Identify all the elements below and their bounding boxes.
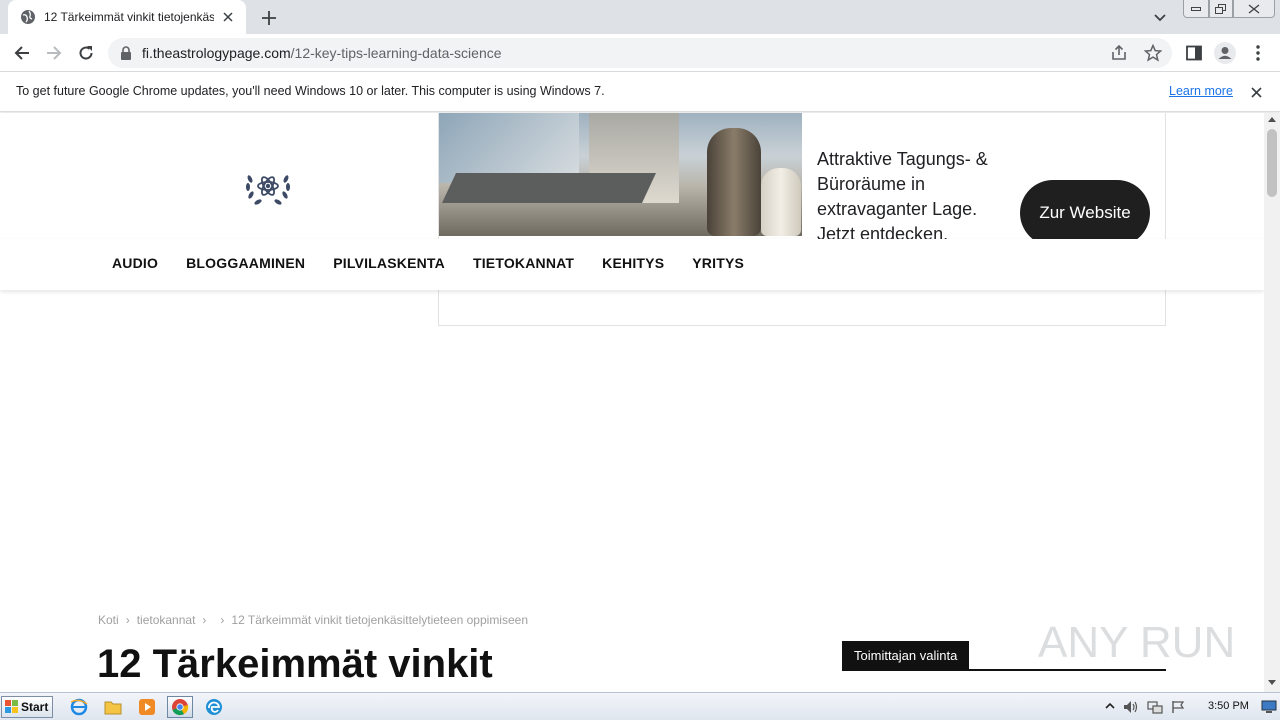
url-path: /12-key-tips-learning-data-science <box>290 45 502 61</box>
nav-item-kehitys[interactable]: KEHITYS <box>602 255 664 271</box>
url-text[interactable]: fi.theastrologypage.com/12-key-tips-lear… <box>142 45 502 61</box>
tab-title: 12 Tärkeimmät vinkit tietojenkäsittel <box>44 10 214 24</box>
breadcrumb-home[interactable]: Koti <box>98 613 119 627</box>
edge-taskbar-icon[interactable] <box>201 696 227 718</box>
minimize-icon <box>1191 6 1201 11</box>
lock-icon[interactable] <box>120 46 132 60</box>
infobar-message: To get future Google Chrome updates, you… <box>16 84 605 98</box>
ad-text[interactable]: Attraktive Tagungs- & Büroräume in extra… <box>817 147 1007 247</box>
plus-icon <box>262 11 276 25</box>
url-domain: fi.theastrologypage.com <box>142 45 291 61</box>
widget-title: Toimittajan valinta <box>842 641 970 669</box>
anyrun-watermark-logo: ANY RUN <box>1038 618 1234 667</box>
main-navigation: AUDIO BLOGGAAMINEN PILVILASKENTA TIETOKA… <box>0 239 1264 290</box>
learn-more-link[interactable]: Learn more <box>1169 84 1233 98</box>
forward-arrow-icon <box>47 46 62 60</box>
atom-laurel-logo-icon[interactable] <box>244 163 292 209</box>
start-label: Start <box>21 700 49 714</box>
tab-search-button[interactable] <box>1150 8 1170 28</box>
tab-close-icon[interactable] <box>220 9 236 25</box>
window-minimize-button[interactable] <box>1183 0 1209 18</box>
reload-button[interactable] <box>74 41 98 65</box>
taskbar-clock[interactable]: 3:50 PM <box>1208 700 1249 712</box>
action-center-flag-icon[interactable] <box>1171 700 1185 714</box>
reload-icon <box>79 46 93 60</box>
nav-item-pilvilaskenta[interactable]: PILVILASKENTA <box>333 255 445 271</box>
restore-icon <box>1215 3 1226 14</box>
show-desktop-button[interactable] <box>1260 697 1278 717</box>
breadcrumb-category[interactable]: tietokannat <box>137 613 196 627</box>
profile-button[interactable] <box>1213 41 1237 65</box>
watermark-text: ANY RUN <box>1038 618 1234 667</box>
close-icon <box>1248 3 1260 14</box>
share-icon[interactable] <box>1110 44 1128 62</box>
address-bar[interactable]: fi.theastrologypage.com/12-key-tips-lear… <box>108 38 1172 68</box>
scrollbar-thumb[interactable] <box>1267 129 1277 197</box>
nav-item-audio[interactable]: AUDIO <box>112 255 158 271</box>
nav-item-tietokannat[interactable]: TIETOKANNAT <box>473 255 574 271</box>
nav-item-yritys[interactable]: YRITYS <box>692 255 744 271</box>
breadcrumb-separator-icon: › <box>125 613 130 627</box>
network-icon[interactable] <box>1147 700 1163 714</box>
windows-taskbar: Start 3:50 PM <box>0 692 1280 720</box>
volume-icon[interactable] <box>1123 700 1139 714</box>
star-icon[interactable] <box>1144 44 1162 62</box>
article-title: 12 Tärkeimmät vinkit <box>97 642 493 686</box>
globe-icon <box>21 10 35 24</box>
scroll-down-icon[interactable] <box>1268 680 1276 685</box>
browser-tab[interactable]: 12 Tärkeimmät vinkit tietojenkäsittel <box>8 0 246 34</box>
scroll-up-icon[interactable] <box>1268 117 1276 122</box>
forward-button[interactable] <box>42 41 66 65</box>
breadcrumb: Koti › tietokannat › › 12 Tärkeimmät vinkit t… <box>98 613 528 627</box>
ad-cta-button[interactable]: Zur Website <box>1020 180 1150 246</box>
infobar-close-icon[interactable] <box>1248 84 1264 100</box>
window-close-button[interactable] <box>1233 0 1275 18</box>
page-scrollbar[interactable] <box>1264 113 1280 692</box>
window-restore-button[interactable] <box>1209 0 1233 18</box>
back-arrow-icon <box>14 46 29 60</box>
start-button[interactable]: Start <box>1 696 53 718</box>
file-explorer-taskbar-icon[interactable] <box>100 696 126 718</box>
side-panel-icon <box>1186 45 1202 61</box>
side-panel-button[interactable] <box>1182 41 1206 65</box>
page-viewport: Attraktive Tagungs- & Büroräume in extra… <box>0 113 1264 692</box>
menu-button[interactable] <box>1246 41 1270 65</box>
new-tab-button[interactable] <box>258 7 280 29</box>
chevron-down-icon <box>1154 14 1166 22</box>
internet-explorer-taskbar-icon[interactable] <box>66 696 92 718</box>
windows-logo-icon <box>5 700 18 713</box>
back-button[interactable] <box>10 41 34 65</box>
ad-image[interactable] <box>439 113 802 236</box>
update-infobar: To get future Google Chrome updates, you… <box>0 72 1280 112</box>
breadcrumb-separator-icon: › <box>220 613 225 627</box>
show-hidden-icons-icon[interactable] <box>1105 701 1115 713</box>
media-player-taskbar-icon[interactable] <box>134 696 160 718</box>
breadcrumb-separator-icon: › <box>202 613 207 627</box>
chrome-taskbar-icon[interactable] <box>167 696 193 718</box>
profile-icon <box>1214 42 1236 64</box>
breadcrumb-current: 12 Tärkeimmät vinkit tietojenkäsittelyti… <box>231 613 528 627</box>
monitor-icon <box>1261 700 1277 713</box>
kebab-menu-icon <box>1256 45 1260 61</box>
browser-toolbar: fi.theastrologypage.com/12-key-tips-lear… <box>0 34 1280 72</box>
nav-item-bloggaaminen[interactable]: BLOGGAAMINEN <box>186 255 305 271</box>
system-tray <box>1105 696 1185 718</box>
tab-strip: 12 Tärkeimmät vinkit tietojenkäsittel <box>0 0 1280 34</box>
